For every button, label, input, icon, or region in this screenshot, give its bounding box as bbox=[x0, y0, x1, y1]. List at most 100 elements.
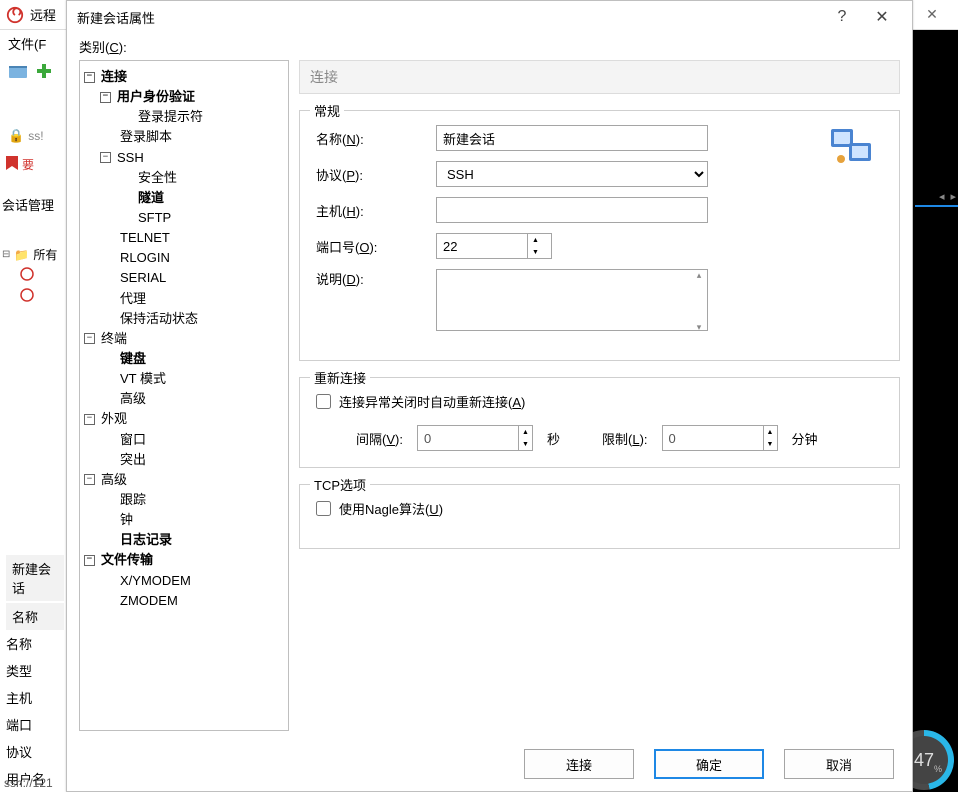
general-fieldset: 常规 名称(N): 协议(P): SSH bbox=[299, 110, 900, 361]
folder-icon: 📁 bbox=[14, 248, 29, 262]
tree-security[interactable]: 安全性 bbox=[84, 168, 284, 188]
collapse-icon[interactable]: − bbox=[100, 152, 111, 163]
spinner-down-icon[interactable]: ▼ bbox=[764, 438, 777, 450]
tree-label: 键盘 bbox=[120, 349, 146, 369]
tree-window[interactable]: 窗口 bbox=[84, 430, 284, 450]
collapse-icon: ⊟ bbox=[2, 249, 10, 260]
tree-advanced2[interactable]: −高级 bbox=[84, 470, 284, 490]
tree-label: 日志记录 bbox=[120, 530, 172, 550]
dialog-close-icon[interactable]: ✕ bbox=[862, 7, 902, 27]
tree-advanced[interactable]: 高级 bbox=[84, 389, 284, 409]
details-protocol: 协议 bbox=[6, 738, 64, 765]
dialog-titlebar: 新建会话属性 ? ✕ bbox=[67, 1, 912, 33]
port-spinner[interactable]: ▲ ▼ bbox=[436, 233, 552, 259]
scroll-up-icon[interactable]: ▴ bbox=[691, 270, 707, 281]
interval-spinner[interactable]: ▲ ▼ bbox=[417, 425, 533, 451]
tree-vtmode[interactable]: VT 模式 bbox=[84, 369, 284, 389]
tree-sftp[interactable]: SFTP bbox=[84, 208, 284, 228]
details-type: 类型 bbox=[6, 657, 64, 684]
tree-keyboard[interactable]: 键盘 bbox=[84, 349, 284, 369]
tree-label: SERIAL bbox=[120, 268, 166, 288]
tree-highlight[interactable]: 突出 bbox=[84, 450, 284, 470]
tree-label: VT 模式 bbox=[120, 369, 166, 389]
tree-label: 代理 bbox=[120, 289, 146, 309]
collapse-icon[interactable]: − bbox=[100, 92, 111, 103]
tree-xymodem[interactable]: X/YMODEM bbox=[84, 571, 284, 591]
bg-bookmark-label: 要 bbox=[22, 156, 34, 173]
tree-log[interactable]: 日志记录 bbox=[84, 530, 284, 550]
auto-reconnect-checkbox[interactable] bbox=[316, 394, 331, 409]
toolbar-add-icon[interactable] bbox=[34, 61, 54, 81]
bg-tab[interactable]: 🔒 ss! bbox=[8, 128, 44, 144]
tree-telnet[interactable]: TELNET bbox=[84, 228, 284, 248]
interval-input[interactable] bbox=[418, 426, 508, 450]
details-name-header: 名称 bbox=[6, 603, 64, 630]
limit-spinner[interactable]: ▲ ▼ bbox=[662, 425, 778, 451]
tree-rlogin[interactable]: RLOGIN bbox=[84, 248, 284, 268]
collapse-icon[interactable]: − bbox=[84, 474, 95, 485]
tree-proxy[interactable]: 代理 bbox=[84, 289, 284, 309]
collapse-icon[interactable]: − bbox=[84, 72, 95, 83]
tree-clock[interactable]: 钟 bbox=[84, 510, 284, 530]
collapse-icon[interactable]: − bbox=[84, 555, 95, 566]
cancel-button[interactable]: 取消 bbox=[784, 749, 894, 779]
spinner-up-icon[interactable]: ▲ bbox=[764, 426, 777, 438]
tree-label: 钟 bbox=[120, 510, 133, 530]
name-input[interactable] bbox=[436, 125, 708, 151]
arrow-right-icon[interactable]: ▸ bbox=[950, 190, 956, 203]
tree-label: 保持活动状态 bbox=[120, 309, 198, 329]
bg-tab-label: ss! bbox=[28, 129, 43, 143]
tree-session-item[interactable] bbox=[2, 286, 57, 307]
tree-all-sessions[interactable]: ⊟ 📁 所有 bbox=[2, 244, 57, 265]
protocol-select[interactable]: SSH bbox=[436, 161, 708, 187]
spinner-down-icon[interactable]: ▼ bbox=[528, 246, 543, 258]
category-tree[interactable]: −连接 −用户身份验证 登录提示符 登录脚本 −SSH 安全性 隧道 SFTP … bbox=[79, 60, 289, 731]
nagle-label: 使用Nagle算法(U) bbox=[339, 499, 443, 518]
details-name: 名称 bbox=[6, 630, 64, 657]
tree-session-item[interactable] bbox=[2, 265, 57, 286]
port-input[interactable] bbox=[437, 234, 527, 258]
connect-button[interactable]: 连接 bbox=[524, 749, 634, 779]
scroll-down-icon[interactable]: ▾ bbox=[691, 322, 707, 333]
spinner-down-icon[interactable]: ▼ bbox=[519, 438, 532, 450]
tree-label: 突出 bbox=[120, 450, 146, 470]
tree-keepalive[interactable]: 保持活动状态 bbox=[84, 309, 284, 329]
nagle-checkbox[interactable] bbox=[316, 501, 331, 516]
dialog-help-icon[interactable]: ? bbox=[822, 8, 862, 26]
tree-label: 文件传输 bbox=[101, 550, 153, 570]
spinner-up-icon[interactable]: ▲ bbox=[519, 426, 532, 438]
tree-filetransfer[interactable]: −文件传输 bbox=[84, 550, 284, 570]
collapse-icon[interactable]: − bbox=[84, 333, 95, 344]
interval-label: 间隔(V): bbox=[356, 429, 403, 448]
tree-login-prompt[interactable]: 登录提示符 bbox=[84, 107, 284, 127]
tree-tunnel[interactable]: 隧道 bbox=[84, 188, 284, 208]
textarea-scrollbar[interactable]: ▴ ▾ bbox=[691, 270, 707, 333]
tree-zmodem[interactable]: ZMODEM bbox=[84, 591, 284, 611]
tree-serial[interactable]: SERIAL bbox=[84, 268, 284, 288]
tree-trace[interactable]: 跟踪 bbox=[84, 490, 284, 510]
tree-label: SFTP bbox=[138, 208, 171, 228]
content-panel: 连接 常规 名称(N): 协议(P): SSH bbox=[299, 60, 900, 731]
main-close-icon[interactable]: ✕ bbox=[912, 6, 952, 23]
spinner-up-icon[interactable]: ▲ bbox=[528, 234, 543, 246]
desc-textarea[interactable] bbox=[436, 269, 708, 331]
toolbar-new-icon[interactable] bbox=[8, 61, 28, 81]
tree-label: TELNET bbox=[120, 228, 170, 248]
tree-terminal[interactable]: −终端 bbox=[84, 329, 284, 349]
tree-appearance[interactable]: −外观 bbox=[84, 409, 284, 429]
tree-connection[interactable]: −连接 bbox=[84, 67, 284, 87]
status-bar: ssh://121 bbox=[4, 776, 53, 790]
tree-ssh[interactable]: −SSH bbox=[84, 148, 284, 168]
tree-label: 登录提示符 bbox=[138, 107, 203, 127]
menu-file[interactable]: 文件(F bbox=[8, 34, 46, 53]
tree-auth[interactable]: −用户身份验证 bbox=[84, 87, 284, 107]
nav-arrows: ◂ ▸ bbox=[939, 190, 956, 203]
ok-button[interactable]: 确定 bbox=[654, 749, 764, 779]
host-input[interactable] bbox=[436, 197, 708, 223]
collapse-icon[interactable]: − bbox=[84, 414, 95, 425]
limit-input[interactable] bbox=[663, 426, 753, 450]
terminal-area bbox=[913, 30, 958, 792]
arrow-left-icon[interactable]: ◂ bbox=[939, 190, 945, 203]
tree-login-script[interactable]: 登录脚本 bbox=[84, 127, 284, 147]
bg-bookmark-tab[interactable]: 要 bbox=[6, 156, 34, 173]
